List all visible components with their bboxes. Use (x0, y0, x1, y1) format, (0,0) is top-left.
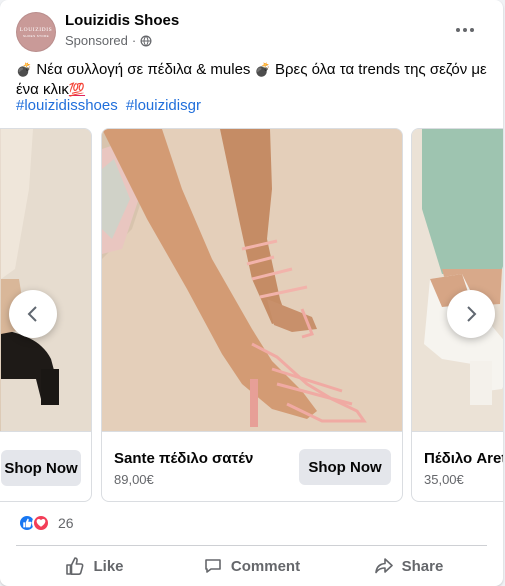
dot-icon (470, 28, 474, 32)
sponsored-label[interactable]: Sponsored (65, 33, 128, 48)
thumbs-up-icon (66, 557, 84, 575)
avatar-logo-subtext: SHOES STORE (22, 33, 50, 38)
post-text-part1: Νέα συλλογή σε πέδιλα & mules (36, 61, 251, 78)
bomb-emoji-icon: 💣 (16, 62, 33, 77)
sponsored-post-card: LOUIZIDIS SHOES STORE Louizidis Shoes Sp… (0, 0, 503, 586)
carousel-card-footer: Sante πέδιλο σατέν 89,00€ Shop Now (102, 431, 402, 501)
meta-separator: · (131, 33, 137, 48)
page-avatar[interactable]: LOUIZIDIS SHOES STORE (16, 12, 56, 52)
post-meta: Sponsored · (65, 33, 152, 48)
post-text: 💣 Νέα συλλογή σε πέδιλα & mules 💣 Βρες ό… (16, 60, 494, 100)
share-arrow-icon (374, 558, 393, 574)
product-image[interactable] (412, 129, 503, 431)
hashtags: #louizidisshoes #louizidisgr (16, 96, 205, 116)
product-image-illustration (102, 129, 402, 431)
carousel-card-footer: Πέδιλο Aret 35,00€ (412, 431, 503, 501)
shop-now-button[interactable]: Shop Now (1, 450, 81, 486)
page-name-link[interactable]: Louizidis Shoes (65, 12, 179, 29)
divider (16, 545, 487, 546)
product-price: 89,00€ (114, 472, 154, 487)
product-name[interactable]: Πέδιλο Aret (424, 450, 503, 467)
chevron-left-icon (27, 306, 37, 322)
post-actions: Like Comment Share (16, 548, 487, 584)
hundred-emoji-icon: 💯 (68, 82, 86, 97)
dot-icon (463, 28, 467, 32)
product-image-illustration (412, 129, 503, 431)
product-image-illustration (1, 129, 91, 431)
hashtag-link[interactable]: #louizidisgr (126, 97, 201, 114)
carousel-card[interactable]: Sante πέδιλο σατέν 89,00€ Shop Now (101, 128, 403, 502)
carousel-card-footer: Shop Now (0, 431, 91, 501)
avatar-logo-text: LOUIZIDIS (19, 26, 53, 33)
more-options-button[interactable] (453, 20, 477, 40)
carousel-previous-button[interactable] (9, 290, 57, 338)
post-header: LOUIZIDIS SHOES STORE Louizidis Shoes Sp… (16, 12, 491, 52)
like-button[interactable]: Like (16, 548, 173, 584)
globe-icon (140, 35, 152, 46)
product-image[interactable] (0, 129, 91, 431)
shop-now-button[interactable]: Shop Now (299, 449, 391, 485)
comment-label: Comment (230, 557, 301, 575)
hashtag-link[interactable]: #louizidisshoes (16, 97, 118, 114)
carousel-next-button[interactable] (447, 290, 495, 338)
product-price: 35,00€ (424, 472, 464, 487)
reaction-count[interactable]: 26 (58, 515, 74, 531)
love-icon (32, 514, 50, 532)
share-button[interactable]: Share (330, 548, 487, 584)
bomb-emoji-icon: 💣 (254, 62, 271, 77)
share-label: Share (401, 557, 444, 575)
dot-icon (456, 28, 460, 32)
product-image[interactable] (102, 129, 402, 431)
product-carousel: Shop Now Sante πέδιλο σατέν 89,00€ Shop … (0, 128, 503, 502)
product-name[interactable]: Sante πέδιλο σατέν (114, 450, 253, 467)
chevron-right-icon (467, 306, 477, 322)
reactions-summary[interactable]: 26 (18, 513, 74, 533)
comment-button[interactable]: Comment (173, 548, 330, 584)
comment-bubble-icon (205, 559, 221, 573)
like-label: Like (93, 557, 124, 575)
